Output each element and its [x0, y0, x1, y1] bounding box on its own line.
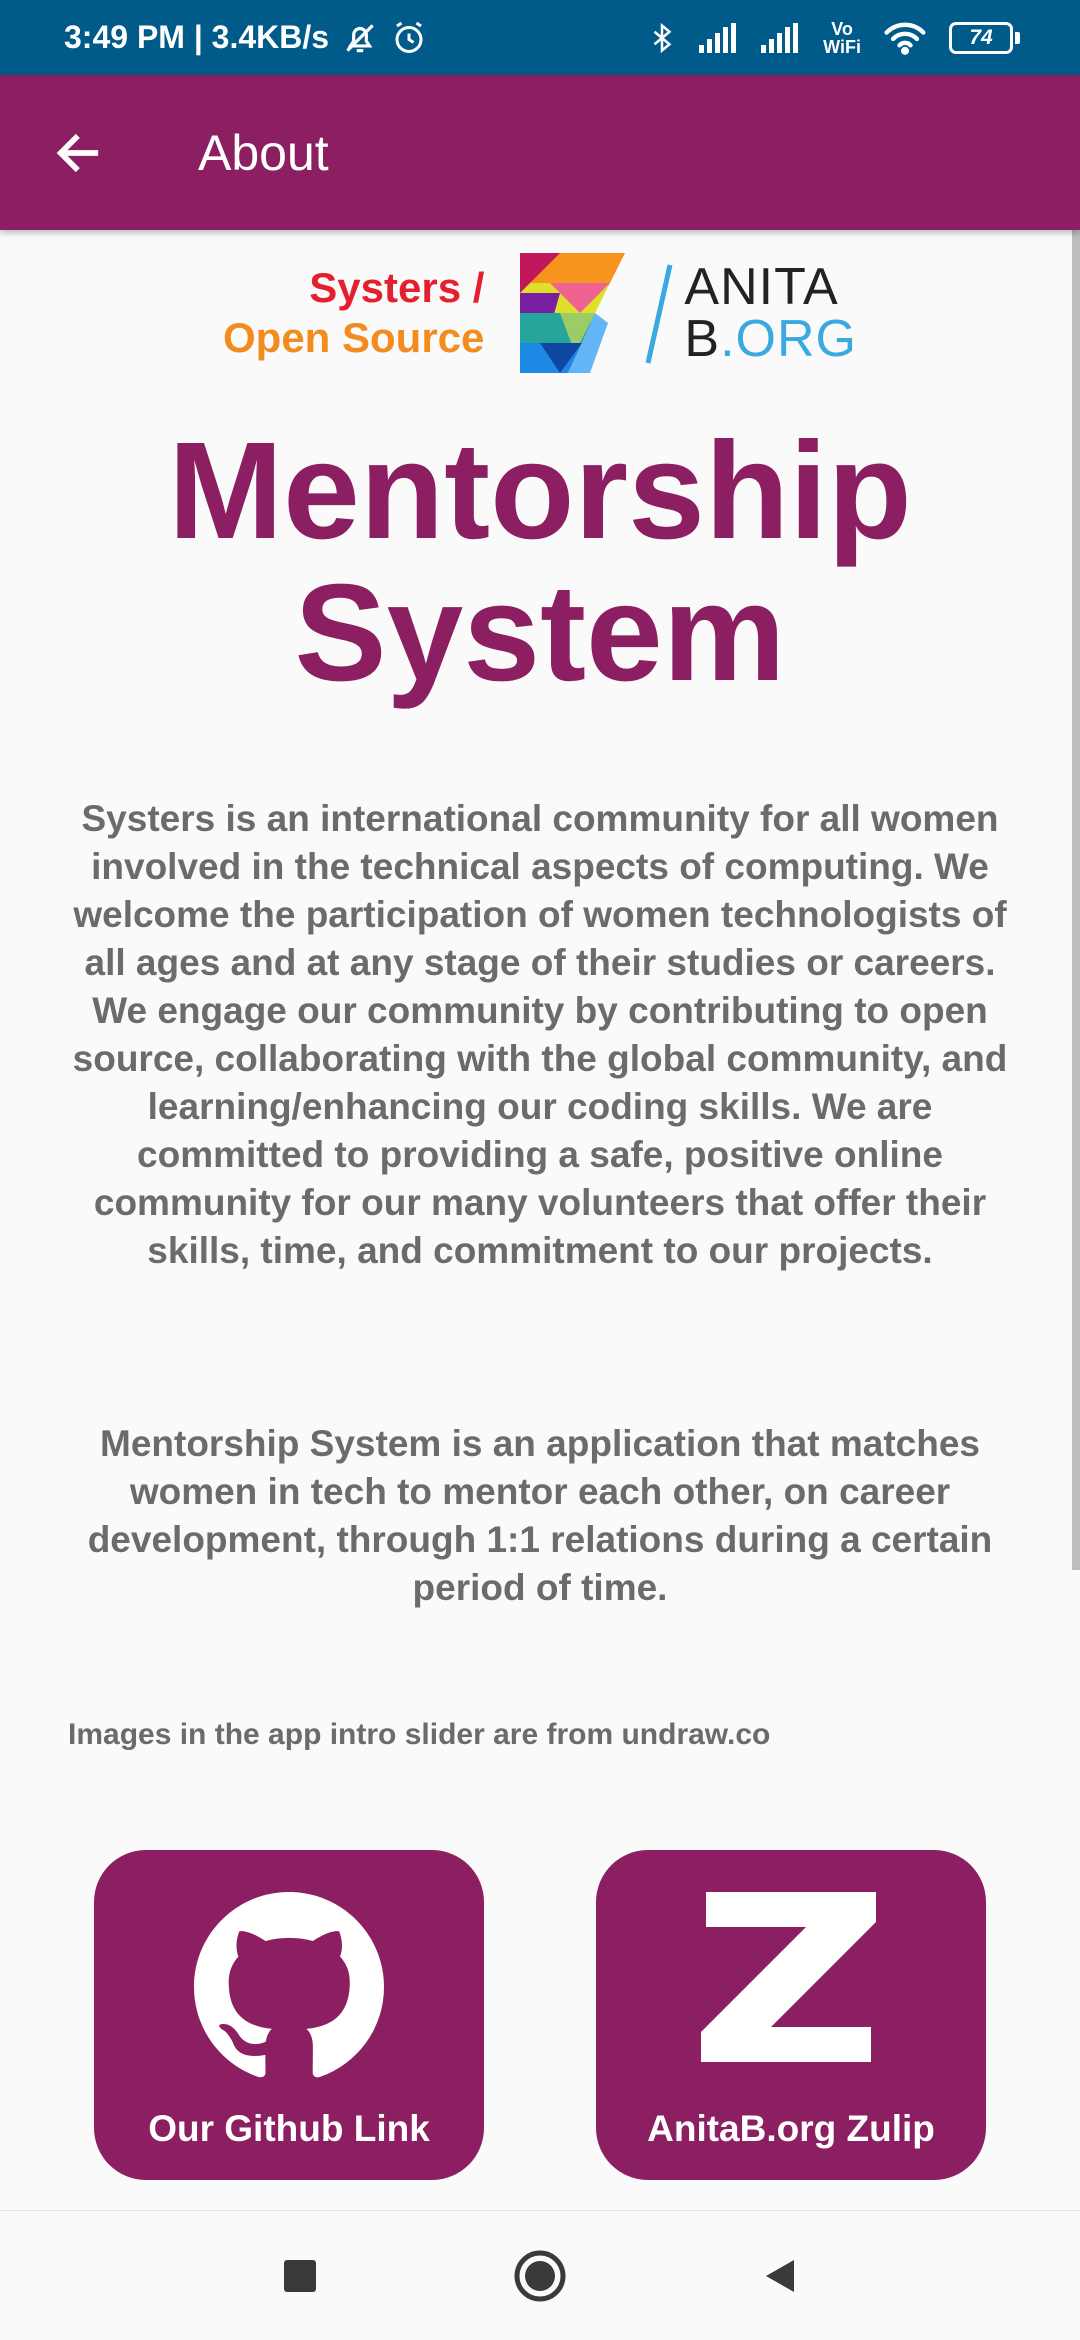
- battery-level: 74: [949, 21, 1013, 54]
- github-link-button[interactable]: Our Github Link: [94, 1850, 484, 2180]
- systers-logo-line1: Systers /: [309, 264, 485, 312]
- app-bar: About: [0, 75, 1080, 230]
- anitab-logo-line1: ANITA: [684, 258, 839, 316]
- app-name-title: Mentorship System: [0, 420, 1080, 704]
- battery-indicator: 74: [949, 21, 1020, 54]
- triangle-back-icon: [766, 2259, 794, 2292]
- anitab-logo-line2: B.ORG: [684, 313, 857, 365]
- anitab-logo-text: ANITA B.ORG: [684, 261, 857, 365]
- logo-row: Systers / Open Source ANITA B.ORG: [0, 248, 1080, 378]
- page-title: About: [198, 124, 329, 181]
- systers-logo-line2: Open Source: [223, 314, 485, 361]
- circle-icon: [514, 2250, 566, 2301]
- status-time-speed: 3:49 PM | 3.4KB/s: [64, 19, 330, 55]
- app-name-line2: System: [294, 556, 786, 710]
- app-name-line1: Mentorship: [168, 414, 912, 568]
- app-description: Mentorship System is an application that…: [87, 1423, 993, 1608]
- status-bar: 3:49 PM | 3.4KB/s Vo WiFi 74: [0, 0, 1080, 75]
- vowifi-top: Vo: [831, 18, 853, 39]
- wifi-icon: [883, 21, 927, 55]
- status-left: 3:49 PM | 3.4KB/s: [64, 19, 427, 57]
- vowifi-label: Vo WiFi: [823, 20, 861, 56]
- battery-tip: [1015, 31, 1020, 44]
- square-icon: [284, 2259, 316, 2292]
- github-icon: [194, 1892, 384, 2078]
- vowifi-bottom: WiFi: [823, 36, 861, 57]
- anitab-logo-org: .ORG: [720, 310, 857, 368]
- zulip-link-button[interactable]: AnitaB.org Zulip: [596, 1850, 986, 2180]
- anitab-logo-mark-icon: [520, 253, 632, 373]
- image-credits: Images in the app intro slider are from …: [68, 1718, 771, 1751]
- bluetooth-icon: [647, 20, 677, 56]
- nav-back-button[interactable]: [745, 2241, 815, 2311]
- back-button[interactable]: [38, 113, 118, 193]
- nav-home-button[interactable]: [505, 2241, 575, 2311]
- mute-bell-icon: [341, 19, 379, 57]
- github-link-label: Our Github Link: [148, 2108, 430, 2149]
- system-nav-bar: [0, 2210, 1080, 2340]
- scrollbar[interactable]: [1072, 230, 1080, 1570]
- zulip-icon: [701, 1892, 876, 2062]
- status-right: Vo WiFi 74: [647, 20, 1020, 56]
- signal-icon-2: [761, 22, 801, 53]
- alarm-clock-icon: [391, 20, 427, 56]
- zulip-link-label: AnitaB.org Zulip: [647, 2108, 935, 2149]
- anitab-logo-b: B: [684, 310, 721, 368]
- about-screen: 3:49 PM | 3.4KB/s Vo WiFi 74 About Syste…: [0, 0, 1080, 2340]
- signal-icon-1: [699, 22, 739, 53]
- arrow-back-icon: [56, 133, 99, 172]
- about-content[interactable]: Systers / Open Source ANITA B.ORG Mentor…: [0, 230, 1080, 2210]
- systers-description: Systers is an international community fo…: [72, 798, 1008, 1271]
- systers-logo: Systers / Open Source: [223, 263, 484, 362]
- logo-slash-icon: [645, 264, 673, 364]
- nav-recents-button[interactable]: [265, 2241, 335, 2311]
